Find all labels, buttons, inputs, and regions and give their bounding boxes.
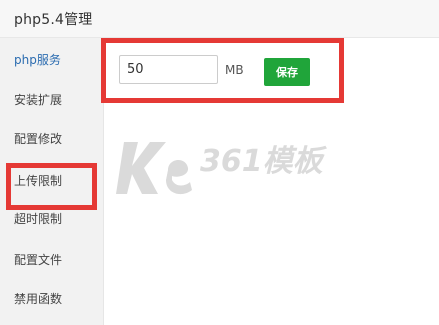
unit-label: MB (225, 63, 244, 77)
sidebar-item-timeout-limit[interactable]: 超时限制 (0, 199, 104, 239)
title-bar: php5.4管理 (0, 0, 439, 38)
sidebar-item-upload-limit[interactable]: 上传限制 (0, 161, 104, 201)
save-button[interactable]: 保存 (264, 58, 310, 86)
sidebar: php服务 安装扩展 配置修改 上传限制 超时限制 配置文件 禁用函数 (0, 38, 104, 325)
sidebar-item-config-file[interactable]: 配置文件 (0, 240, 104, 280)
sidebar-item-php-service[interactable]: php服务 (0, 40, 104, 80)
sidebar-item-config-edit[interactable]: 配置修改 (0, 119, 104, 159)
sidebar-item-install-extension[interactable]: 安装扩展 (0, 80, 104, 120)
window-title: php5.4管理 (14, 12, 93, 28)
upload-limit-input[interactable] (119, 55, 218, 84)
php-manager-window: php5.4管理 php服务 安装扩展 配置修改 上传限制 超时限制 配置文件 … (0, 0, 439, 325)
sidebar-item-disabled-functions[interactable]: 禁用函数 (0, 279, 104, 319)
